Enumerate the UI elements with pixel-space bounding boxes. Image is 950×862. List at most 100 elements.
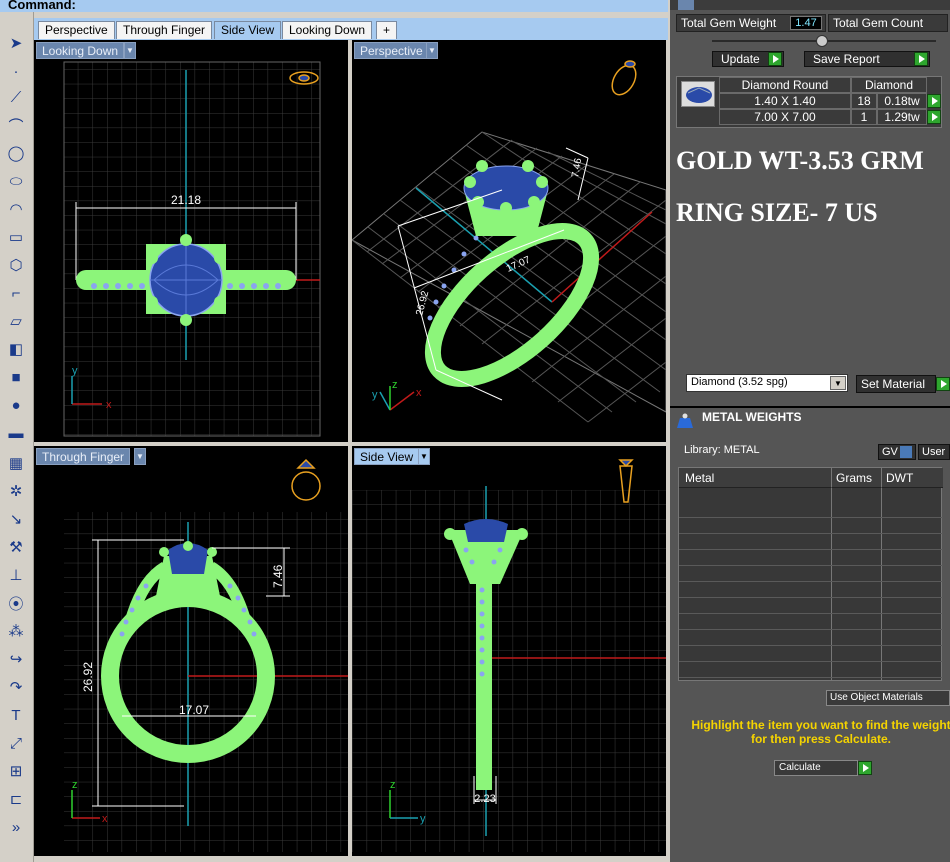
perspective-height-label: 7.46 <box>570 157 584 179</box>
chevron-down-icon[interactable]: ▼ <box>134 448 146 465</box>
scale-icon[interactable]: ⤢ <box>4 732 28 754</box>
update-go-icon[interactable] <box>768 52 782 66</box>
table-row[interactable] <box>679 615 943 630</box>
set-material-button[interactable]: Set Material <box>856 375 936 393</box>
axis-x-label: x <box>416 387 422 399</box>
chevron-down-icon[interactable]: ▼ <box>426 42 438 59</box>
threshold-slider-thumb[interactable] <box>816 35 828 47</box>
gv-label: GV <box>882 446 898 458</box>
polyline-icon[interactable]: ⟋ <box>4 86 28 108</box>
table-row[interactable] <box>679 631 943 646</box>
viewport-title-through-finger[interactable]: Through Finger <box>36 448 131 465</box>
axis-z-label: z <box>390 779 396 791</box>
hammer-icon[interactable]: ⚒ <box>4 536 28 558</box>
point-icon[interactable]: · <box>4 60 28 82</box>
analyze-icon[interactable]: ⊥ <box>4 564 28 586</box>
sphere-icon[interactable]: ● <box>4 394 28 416</box>
polygon-icon[interactable]: ⬡ <box>4 254 28 276</box>
viewport-tab-bar: Perspective Through Finger Side View Loo… <box>34 18 668 40</box>
viewport-title-side-view[interactable]: Side View <box>354 448 420 465</box>
grid-array-icon[interactable]: ⊞ <box>4 760 28 782</box>
metal-weights-header: METAL WEIGHTS <box>670 406 950 434</box>
more-tools-icon[interactable]: » <box>4 816 28 838</box>
text-icon[interactable]: T <box>4 704 28 726</box>
table-row[interactable] <box>679 503 943 518</box>
panel-menu-icon[interactable] <box>678 0 694 10</box>
calculate-go-icon[interactable] <box>858 761 872 775</box>
set-material-go-icon[interactable] <box>936 377 950 391</box>
circle-icon[interactable]: ◯ <box>4 142 28 164</box>
save-report-go-icon[interactable] <box>914 52 928 66</box>
command-bar[interactable]: Command: <box>0 0 668 12</box>
table-row[interactable] <box>679 647 943 662</box>
add-tab-button[interactable]: + <box>376 21 398 39</box>
gem-row-2-weight: 1.29tw <box>877 109 927 125</box>
curve-icon[interactable]: ⌒ <box>4 114 28 136</box>
grams-column-header: Grams <box>831 468 881 488</box>
table-row[interactable] <box>679 583 943 598</box>
axis-y-label: y <box>72 365 78 377</box>
box-solid-icon[interactable]: ■ <box>4 366 28 388</box>
table-row[interactable] <box>679 567 943 582</box>
viewport-perspective[interactable]: Perspective ▼ 17.07 7.46 26.92 x y z <box>352 40 666 442</box>
gem-row-2-go-icon[interactable] <box>927 110 941 124</box>
surface-icon[interactable]: ▱ <box>4 310 28 332</box>
gv-toggle-icon[interactable] <box>900 446 912 458</box>
axis-x-label: x <box>102 813 108 825</box>
dimension-icon[interactable]: ⊏ <box>4 788 28 810</box>
viewport-side-view[interactable]: Side View ▼ 2.23 y z <box>352 446 666 856</box>
table-row[interactable] <box>679 551 943 566</box>
dwt-column-header: DWT <box>881 468 943 488</box>
gem-table: Diamond Round Diamond 1.40 X 1.40 18 0.1… <box>676 76 942 128</box>
axis-y-label: y <box>420 813 426 825</box>
perspective-tall-label: 26.92 <box>414 289 431 316</box>
offset-curve-icon[interactable]: ↪ <box>4 648 28 670</box>
metal-weights-table: Metal Grams DWT <box>678 467 943 681</box>
boolean-icon[interactable]: ⦿ <box>4 592 28 614</box>
extrude-icon[interactable]: ◧ <box>4 338 28 360</box>
gear-icon[interactable]: ✲ <box>4 480 28 502</box>
user-button[interactable]: User <box>918 444 950 460</box>
save-report-button[interactable]: Save Report <box>804 51 930 67</box>
chevron-down-icon[interactable]: ▼ <box>418 448 430 465</box>
through-finger-width-label: 17.07 <box>179 703 209 717</box>
select-arrow-icon[interactable]: ➤ <box>4 32 28 54</box>
tab-looking-down[interactable]: Looking Down <box>282 21 373 39</box>
array-icon[interactable]: ⁂ <box>4 620 28 642</box>
gem-row-2-count: 1 <box>851 109 877 125</box>
gem-row-1-go-icon[interactable] <box>927 94 941 108</box>
use-object-materials-button[interactable]: Use Object Materials <box>826 690 950 706</box>
viewport-title-perspective[interactable]: Perspective <box>354 42 429 59</box>
table-row[interactable] <box>679 535 943 550</box>
viewport-looking-down[interactable]: Looking Down ▼ 21.18 x y <box>34 40 348 442</box>
tab-side-view[interactable]: Side View <box>214 21 282 39</box>
gem-row-1-count: 18 <box>851 93 877 109</box>
mesh-icon[interactable]: ▦ <box>4 452 28 474</box>
material-select[interactable]: Diamond (3.52 spg) <box>686 374 848 392</box>
left-toolbar: ➤ · ⟋ ⌒ ◯ ⬭ ◠ ▭ ⬡ ⌐ ▱ ◧ ■ ● ▬ ▦ ✲ ↘ ⚒ ⊥ … <box>0 12 34 862</box>
viewport-through-finger[interactable]: Through Finger ▼ 26.92 7.46 17.07 x z <box>34 446 348 856</box>
ellipse-icon[interactable]: ⬭ <box>4 170 28 192</box>
panel-header-strip <box>670 0 950 10</box>
fillet-icon[interactable]: ⌐ <box>4 282 28 304</box>
table-row[interactable] <box>679 519 943 534</box>
tab-perspective[interactable]: Perspective <box>38 21 115 39</box>
table-row[interactable] <box>679 663 943 678</box>
dimension-width-label: 21.18 <box>171 193 201 207</box>
cylinder-icon[interactable]: ▬ <box>4 422 28 444</box>
arc-icon[interactable]: ◠ <box>4 198 28 220</box>
table-row[interactable] <box>679 599 943 614</box>
tab-through-finger[interactable]: Through Finger <box>116 21 213 39</box>
axis-z-label: z <box>392 379 398 391</box>
gem-row-2-size[interactable]: 7.00 X 7.00 <box>719 109 851 125</box>
viewport-title-looking-down[interactable]: Looking Down <box>36 42 125 59</box>
transform-icon[interactable]: ↘ <box>4 508 28 530</box>
rectangle-icon[interactable]: ▭ <box>4 226 28 248</box>
gem-row-1-size[interactable]: 1.40 X 1.40 <box>719 93 851 109</box>
chevron-down-icon[interactable]: ▼ <box>830 376 846 390</box>
gem-row-1-weight: 0.18tw <box>877 93 927 109</box>
chevron-down-icon[interactable]: ▼ <box>124 42 136 59</box>
sweep-icon[interactable]: ↷ <box>4 676 28 698</box>
total-gem-count-label: Total Gem Count <box>828 14 948 32</box>
calculate-button[interactable]: Calculate <box>774 760 858 776</box>
